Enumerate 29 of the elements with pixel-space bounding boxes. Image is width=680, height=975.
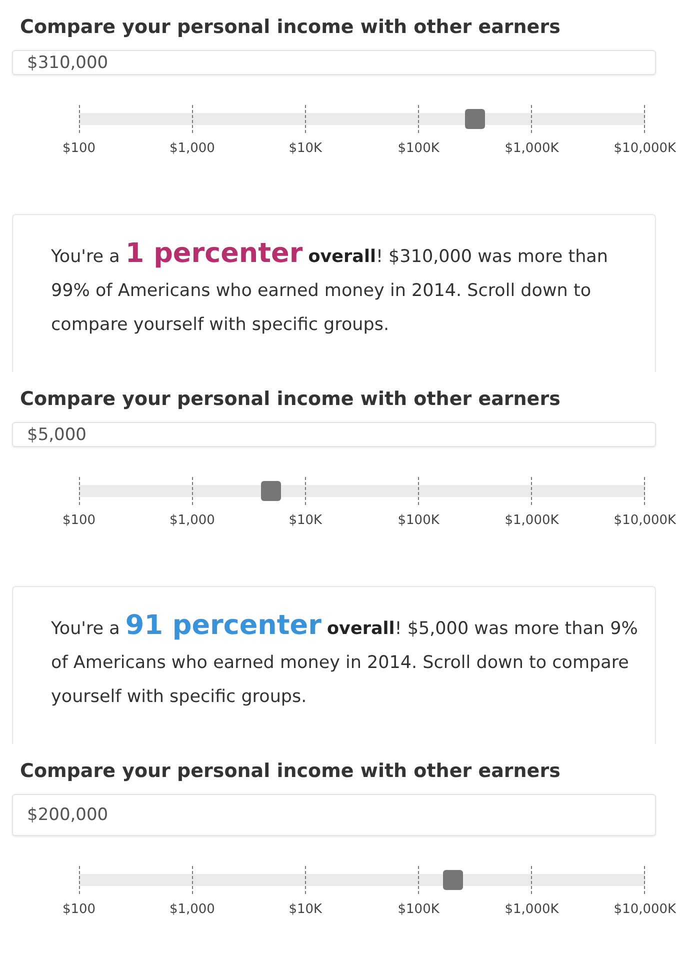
tick-label: $100K (398, 141, 440, 156)
tick-label: $1,000 (169, 513, 215, 528)
income-input-field[interactable]: $5,000 (12, 422, 656, 447)
section-heading: Compare your personal income with other earners (20, 759, 562, 784)
tick-label: $1,000 (169, 902, 215, 917)
slider-thumb[interactable] (261, 481, 282, 501)
result-text: You're a 91 percenter overall! $5,000 was more than 9% of Americans who earned money in 2014. Scroll down to compare yourself with specific groups. (51, 609, 639, 709)
tick-label: $100 (62, 902, 96, 917)
tick-label: $100 (62, 513, 96, 528)
section-heading: Compare your personal income with other earners (20, 387, 562, 412)
tick-label: $1,000K (504, 902, 559, 917)
tick-label: $100K (398, 513, 440, 528)
slider-thumb[interactable] (465, 109, 486, 129)
tick-label: $10,000K (614, 513, 676, 528)
tick-label: $10,000K (614, 902, 676, 917)
tick-label: $10K (288, 902, 322, 917)
tick-label: $1,000 (169, 141, 215, 156)
tick-label: $10,000K (614, 141, 676, 156)
income-input-field[interactable]: $310,000 (12, 50, 656, 75)
tick-label: $10K (288, 141, 322, 156)
section-heading: Compare your personal income with other earners (20, 15, 562, 40)
tick-label: $100K (398, 902, 440, 917)
tick-label: $100 (62, 141, 96, 156)
slider-thumb[interactable] (442, 870, 463, 890)
tick-label: $10K (288, 513, 322, 528)
result-text: You're a 1 percenter overall! $310,000 was more than 99% of Americans who earned money in 2014. Scroll down to compare yourself with specific groups. (51, 237, 609, 337)
income-input-field[interactable]: $200,000 (12, 794, 656, 836)
tick-label: $1,000K (504, 141, 559, 156)
tick-label: $1,000K (504, 513, 559, 528)
